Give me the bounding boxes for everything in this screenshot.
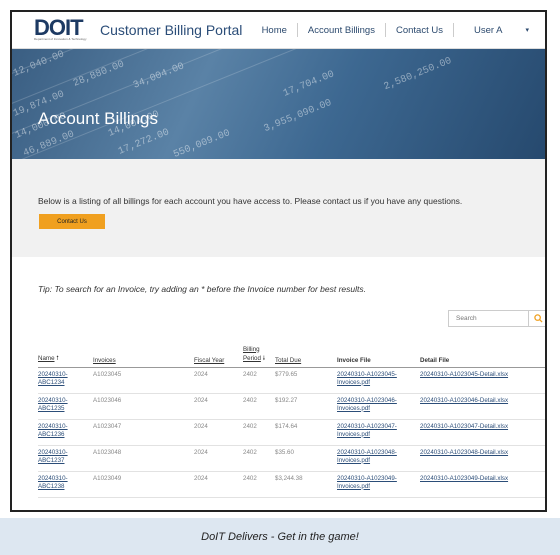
logo-text: DOIT [34,15,84,40]
column-header-fiscal-year[interactable]: Fiscal Year [194,339,243,368]
row-fiscal-year: 2024 [194,367,243,394]
portal-title: Customer Billing Portal [100,22,243,38]
nav-home-link[interactable]: Home [252,25,297,36]
billings-table: Name 🠕 Invoices Fiscal Year Billing Peri… [38,339,545,498]
row-invoice-file-link[interactable]: 20240310-A1023045-Invoices.pdf [337,367,420,394]
table-row: 20240310-ABC1234 A1023045 2024 2402 $779… [38,367,545,394]
column-header-name[interactable]: Name 🠕 [38,339,93,368]
screenshot-frame: DOIT Department of Innovation & Technolo… [10,10,547,512]
row-detail-file-link[interactable]: 20240310-A1023046-Detail.xlsx [420,393,545,420]
row-detail-file-link[interactable]: 20240310-A1023048-Detail.xlsx [420,445,545,472]
row-detail-file-link[interactable]: 20240310-A1023047-Detail.xlsx [420,419,545,446]
caption-bar: DoIT Delivers - Get in the game! [0,518,560,555]
search-button[interactable] [529,310,545,327]
table-row: 20240310-ABC1235 A1023046 2024 2402 $192… [38,393,545,420]
row-invoice-file-link[interactable]: 20240310-A1023048-Invoices.pdf [337,445,420,472]
row-total-due: $3,244.38 [275,471,337,498]
doit-logo[interactable]: DOIT Department of Innovation & Technolo… [34,17,92,43]
search-icon [533,314,543,323]
row-detail-file-link[interactable]: 20240310-A1023045-Detail.xlsx [420,367,545,394]
row-name-link[interactable]: 20240310-ABC1234 [38,367,93,394]
row-detail-file-link[interactable]: 20240310-A1023049-Detail.xlsx [420,471,545,498]
banner-figure: 550,009.00 [172,128,232,159]
table-row: 20240310-ABC1237 A1023048 2024 2402 $35.… [38,445,545,472]
top-navbar: DOIT Department of Innovation & Technolo… [12,12,545,49]
row-invoice: A1023048 [93,445,194,472]
nav-contact-us-link[interactable]: Contact Us [386,25,453,36]
row-fiscal-year: 2024 [194,419,243,446]
nav-links: Home Account Billings Contact Us User A … [252,23,545,37]
column-header-invoices[interactable]: Invoices [93,339,194,368]
row-billing-period: 2402 [243,393,275,420]
row-billing-period: 2402 [243,471,275,498]
row-invoice: A1023047 [93,419,194,446]
row-invoice: A1023049 [93,471,194,498]
row-total-due: $35.60 [275,445,337,472]
chevron-down-icon: ▾ [525,27,529,34]
row-invoice-file-link[interactable]: 20240310-A1023046-Invoices.pdf [337,393,420,420]
row-fiscal-year: 2024 [194,393,243,420]
row-invoice-file-link[interactable]: 20240310-A1023049-Invoices.pdf [337,471,420,498]
search-bar [448,310,545,327]
row-invoice: A1023045 [93,367,194,394]
row-billing-period: 2402 [243,367,275,394]
arrow-up-icon: 🠕 [56,354,59,362]
user-menu[interactable]: User A ▾ [454,25,545,36]
row-total-due: $174.64 [275,419,337,446]
row-fiscal-year: 2024 [194,445,243,472]
banner-figure: 3,955,090.00 [262,97,334,136]
row-billing-period: 2402 [243,419,275,446]
arrow-down-icon: 🠗 [262,354,266,362]
row-invoice: A1023046 [93,393,194,420]
search-input[interactable] [448,310,529,327]
banner-line [12,49,545,150]
row-name-link[interactable]: 20240310-ABC1235 [38,393,93,420]
row-name-link[interactable]: 20240310-ABC1238 [38,471,93,498]
logo-subtitle: Department of Innovation & Technology [34,37,87,41]
column-header-detail-file: Detail File [420,339,545,368]
banner-figure: 2,580,250.00 [382,55,454,94]
search-tip: Tip: To search for an Invoice, try addin… [38,284,366,294]
table-row: 20240310-ABC1238 A1023049 2024 2402 $3,2… [38,471,545,498]
row-name-link[interactable]: 20240310-ABC1236 [38,419,93,446]
page-title: Account Billings [38,109,159,128]
row-invoice-file-link[interactable]: 20240310-A1023047-Invoices.pdf [337,419,420,446]
intro-section: Below is a listing of all billings for e… [12,159,545,257]
table-row: 20240310-ABC1236 A1023047 2024 2402 $174… [38,419,545,446]
banner-figure: 17,704.00 [281,69,337,100]
banner-figure: 12,040.00 [12,49,67,80]
banner-figure: 34,004.00 [131,61,187,92]
column-header-invoice-file: Invoice File [337,339,420,368]
intro-text: Below is a listing of all billings for e… [38,196,463,206]
row-total-due: $192.27 [275,393,337,420]
table-header-row: Name 🠕 Invoices Fiscal Year Billing Peri… [38,339,545,368]
column-header-total-due[interactable]: Total Due [275,339,337,368]
row-fiscal-year: 2024 [194,471,243,498]
column-header-billing-period[interactable]: Billing Period 🠗 [243,339,275,368]
nav-account-billings-link[interactable]: Account Billings [298,25,385,36]
caption-text: DoIT Delivers - Get in the game! [201,530,359,543]
row-name-link[interactable]: 20240310-ABC1237 [38,445,93,472]
hero-banner: 12,040.00 28,880.00 34,004.00 19,874.00 … [12,49,545,159]
user-label: User A [473,24,503,36]
row-total-due: $779.65 [275,367,337,394]
row-billing-period: 2402 [243,445,275,472]
contact-us-button[interactable]: Contact Us [39,214,105,229]
banner-line [12,49,545,159]
